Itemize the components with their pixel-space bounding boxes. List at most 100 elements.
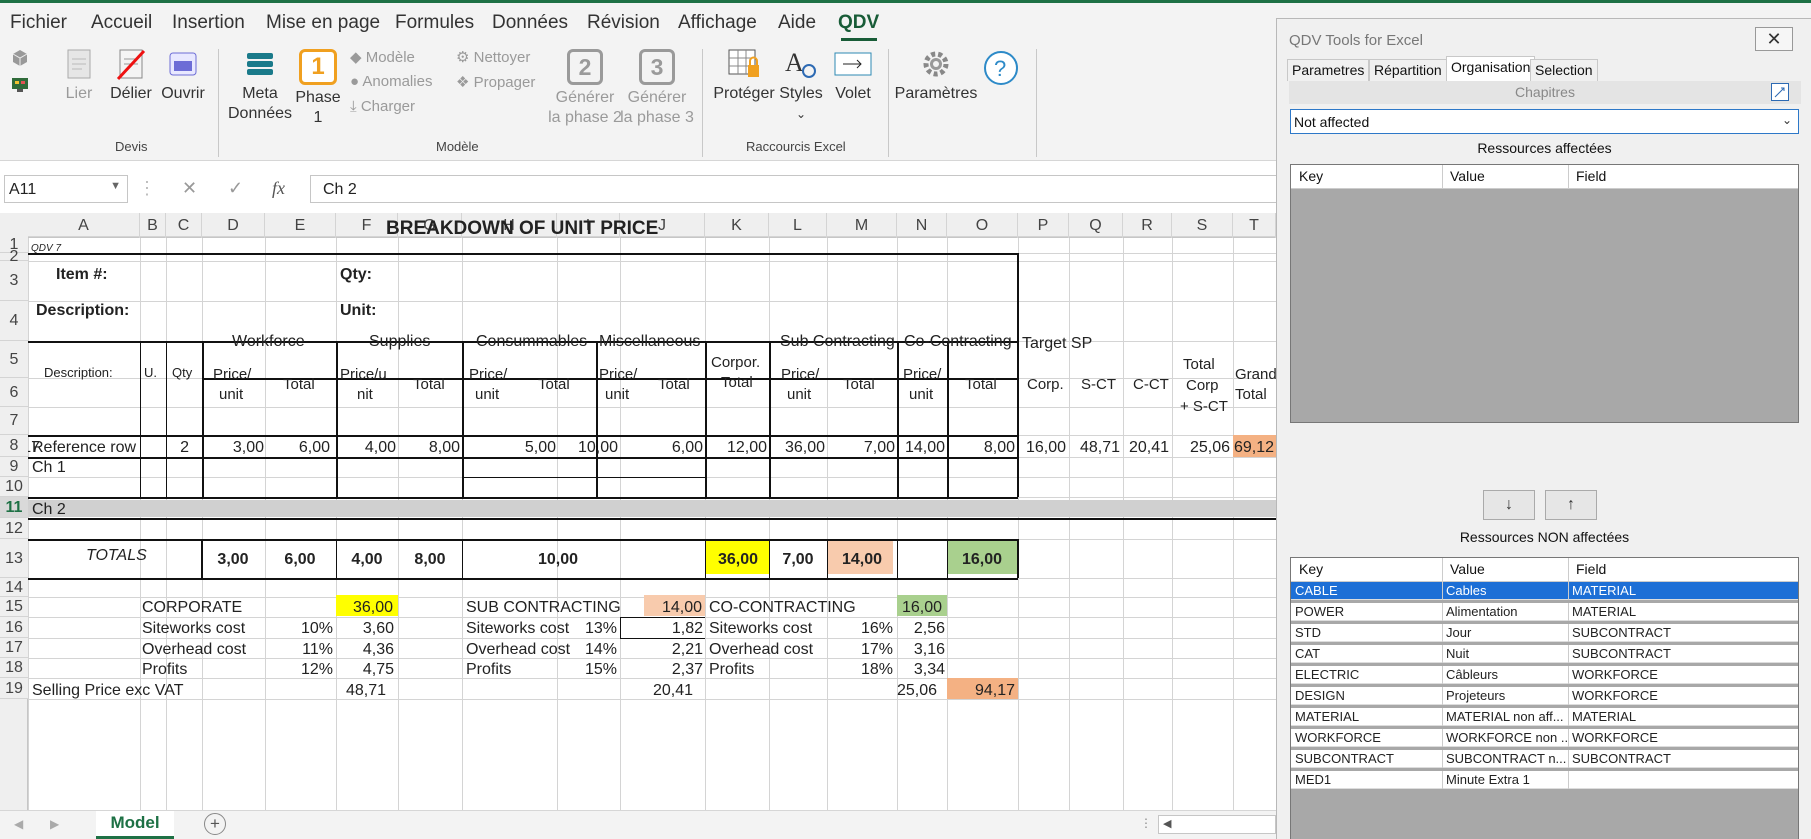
- column-header-n[interactable]: N: [897, 213, 947, 238]
- styles-button[interactable]: A Styles ⌄: [776, 47, 826, 124]
- monitor-icon[interactable]: [10, 76, 30, 94]
- resource-row[interactable]: MED1 Minute Extra 1: [1291, 771, 1798, 789]
- row-header-17[interactable]: 17: [0, 638, 28, 658]
- row-header-16[interactable]: 16: [0, 617, 28, 638]
- column-header-p[interactable]: P: [1018, 213, 1069, 238]
- row-header-5[interactable]: 5: [0, 341, 28, 378]
- column-header-q[interactable]: Q: [1069, 213, 1123, 238]
- resource-row[interactable]: CAT Nuit SUBCONTRACT: [1291, 645, 1798, 663]
- row-header-14[interactable]: 14: [0, 578, 28, 597]
- tab-mise-en-page[interactable]: Mise en page: [266, 12, 380, 34]
- row-header-4[interactable]: 4: [0, 301, 28, 341]
- resource-row[interactable]: SUBCONTRACT SUBCONTRACT n... SUBCONTRACT: [1291, 750, 1798, 768]
- ouvrir-button[interactable]: Ouvrir: [158, 47, 208, 104]
- ch1-cell[interactable]: Ch 1: [32, 458, 66, 477]
- name-box[interactable]: A11 ▼: [4, 175, 128, 203]
- ch2-cell[interactable]: Ch 2: [32, 500, 66, 519]
- cancel-icon[interactable]: ✕: [182, 178, 197, 199]
- row-header-10[interactable]: 10: [0, 477, 28, 497]
- help-icon[interactable]: ?: [982, 49, 1020, 87]
- tab-formules[interactable]: Formules: [395, 12, 474, 34]
- row-header-12[interactable]: 12: [0, 518, 28, 539]
- move-down-button[interactable]: ↓: [1483, 490, 1535, 520]
- propager-button[interactable]: ❖ Propager: [456, 73, 535, 91]
- nettoyer-button[interactable]: ⚙ Nettoyer: [456, 48, 530, 66]
- generer-phase-2-button[interactable]: 2 Générer la phase 2: [548, 47, 622, 128]
- sheet-tab-model[interactable]: Model: [96, 811, 174, 839]
- column-header-k[interactable]: K: [705, 213, 769, 238]
- horizontal-scrollbar[interactable]: ◀: [1158, 815, 1276, 834]
- column-header-e[interactable]: E: [265, 213, 336, 238]
- next-sheet-icon[interactable]: ▶: [50, 817, 59, 831]
- resource-row[interactable]: MATERIAL MATERIAL non aff... MATERIAL: [1291, 708, 1798, 726]
- lier-button[interactable]: Lier: [54, 47, 104, 104]
- column-header-l[interactable]: L: [769, 213, 827, 238]
- row-header-19[interactable]: 19: [0, 678, 28, 699]
- tab-insertion[interactable]: Insertion: [172, 12, 245, 34]
- column-header-s[interactable]: S: [1172, 213, 1233, 238]
- cube-icon[interactable]: [10, 48, 30, 68]
- name-box-dropdown-icon[interactable]: ▼: [110, 180, 121, 192]
- resource-row[interactable]: POWER Alimentation MATERIAL: [1291, 603, 1798, 621]
- row-header-3[interactable]: 3: [0, 261, 28, 301]
- column-header-b[interactable]: B: [140, 213, 166, 238]
- row-header-11[interactable]: 11: [0, 497, 28, 518]
- column-header-m[interactable]: M: [827, 213, 897, 238]
- confirm-icon[interactable]: ✓: [228, 178, 243, 199]
- tab-aide[interactable]: Aide: [778, 12, 816, 34]
- charger-button[interactable]: ⤓ Charger: [350, 98, 415, 115]
- tab-revision[interactable]: Révision: [587, 12, 660, 34]
- resource-row[interactable]: DESIGN Projeteurs WORKFORCE: [1291, 687, 1798, 705]
- generer-phase-3-button[interactable]: 3 Générer la phase 3: [620, 47, 694, 128]
- volet-button[interactable]: Volet: [826, 47, 880, 104]
- resource-row[interactable]: CABLE Cables MATERIAL: [1291, 582, 1798, 600]
- chevron-down-icon[interactable]: ⌄: [1782, 113, 1792, 127]
- row-header-8[interactable]: 8: [0, 435, 28, 457]
- row-header-18[interactable]: 18: [0, 658, 28, 678]
- column-header-r[interactable]: R: [1123, 213, 1172, 238]
- tab-accueil[interactable]: Accueil: [91, 12, 152, 34]
- add-sheet-icon[interactable]: +: [204, 813, 226, 835]
- pane-tab-parametres[interactable]: Parametres: [1287, 59, 1370, 81]
- tab-fichier[interactable]: Fichier: [10, 12, 67, 34]
- resource-row[interactable]: WORKFORCE WORKFORCE non ... WORKFORCE: [1291, 729, 1798, 747]
- pane-tab-repartition[interactable]: Répartition: [1369, 59, 1447, 81]
- prev-sheet-icon[interactable]: ◀: [14, 817, 23, 831]
- modele-button[interactable]: ◆ Modèle: [350, 48, 415, 66]
- pane-tab-organisation[interactable]: Organisation: [1446, 56, 1536, 81]
- chapitre-dropdown[interactable]: Not affected ⌄: [1290, 109, 1799, 134]
- function-icon[interactable]: fx: [272, 178, 285, 199]
- resource-row[interactable]: STD Jour SUBCONTRACT: [1291, 624, 1798, 642]
- hscroll-handle-icon[interactable]: ⋮: [1140, 816, 1152, 830]
- tab-affichage[interactable]: Affichage: [678, 12, 757, 34]
- column-header-d[interactable]: D: [202, 213, 265, 238]
- column-header-c[interactable]: C: [166, 213, 202, 238]
- resource-row[interactable]: ELECTRIC Câbleurs WORKFORCE: [1291, 666, 1798, 684]
- parametres-button[interactable]: Paramètres: [894, 47, 978, 104]
- meta-donnees-button[interactable]: Meta Données: [228, 47, 292, 124]
- row-header-2[interactable]: 2: [0, 249, 28, 265]
- delier-button[interactable]: Délier: [106, 47, 156, 104]
- anomalies-button[interactable]: ● Anomalies: [350, 73, 432, 90]
- move-up-button[interactable]: ↑: [1545, 490, 1597, 520]
- worksheet-grid[interactable]: ABCDEFGHIJKLMNOPQRSTU BREAKDOWN OF UNIT …: [0, 213, 1276, 810]
- row-header-15[interactable]: 15: [0, 597, 28, 617]
- row-header-7[interactable]: 7: [0, 407, 28, 435]
- column-header-t[interactable]: T: [1233, 213, 1276, 238]
- pane-tab-selection[interactable]: Selection: [1530, 59, 1598, 81]
- tab-qdv[interactable]: QDV: [838, 12, 879, 34]
- column-header-o[interactable]: O: [947, 213, 1018, 238]
- scroll-left-icon[interactable]: ◀: [1163, 817, 1171, 830]
- affected-grid[interactable]: Key Value Field: [1290, 164, 1799, 423]
- edit-chapitres-icon[interactable]: [1771, 83, 1789, 101]
- row-header-6[interactable]: 6: [0, 378, 28, 407]
- non-affected-grid[interactable]: Key Value Field CABLE Cables MATERIAL POWER…: [1290, 557, 1799, 839]
- proteger-button[interactable]: Protéger: [712, 47, 776, 104]
- row-header-9[interactable]: 9: [0, 457, 28, 477]
- phase-1-button[interactable]: 1 Phase 1: [294, 47, 342, 128]
- tab-donnees[interactable]: Données: [492, 12, 568, 34]
- row-header-13[interactable]: 13: [0, 539, 28, 578]
- formula-input[interactable]: Ch 2: [310, 175, 1410, 203]
- column-header-a[interactable]: A: [28, 213, 140, 238]
- pane-close-button[interactable]: ✕: [1755, 27, 1793, 51]
